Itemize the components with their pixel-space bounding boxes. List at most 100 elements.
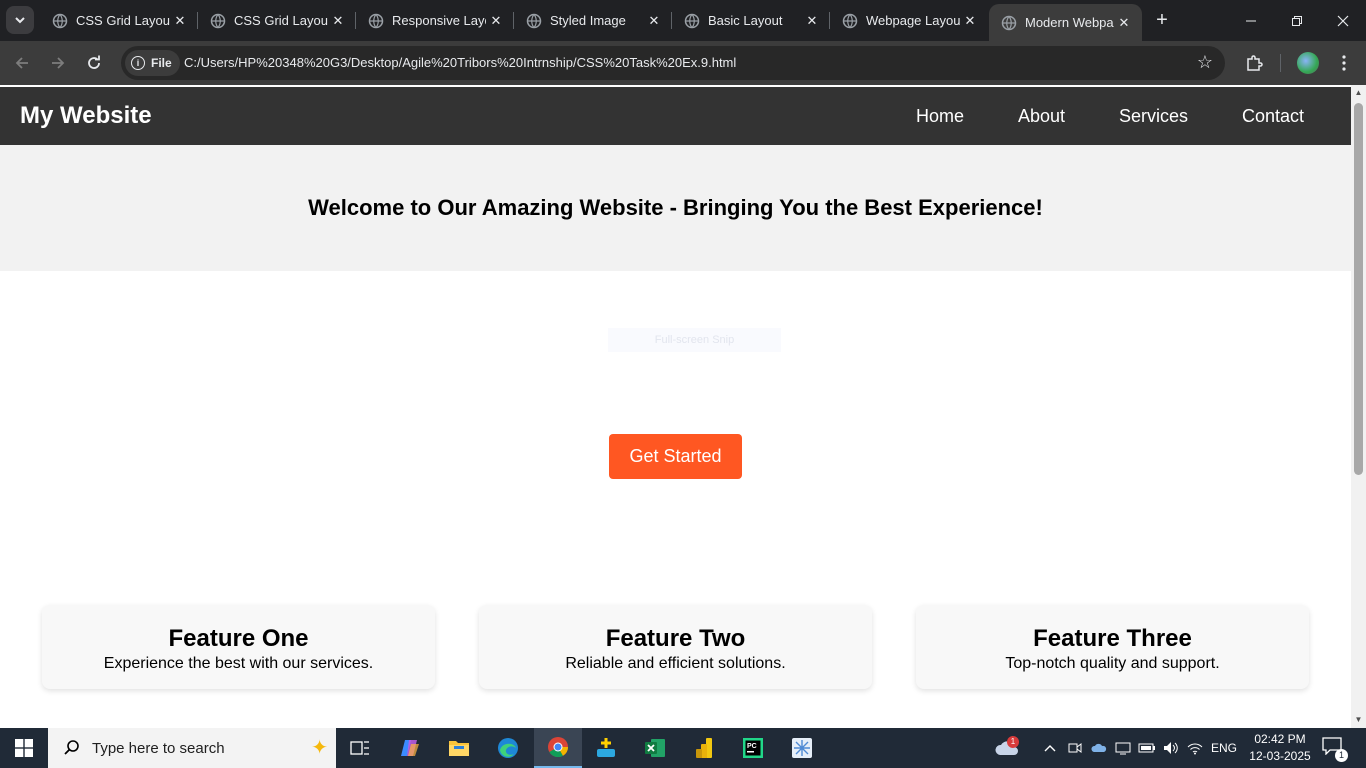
system-clock[interactable]: 02:42 PM 12-03-2025 <box>1244 731 1316 765</box>
plus-icon[interactable]: + <box>1150 8 1174 32</box>
chrome-icon[interactable] <box>534 728 582 768</box>
clock-time: 02:42 PM <box>1254 732 1306 746</box>
reload-icon <box>88 55 100 69</box>
wifi-icon[interactable] <box>1186 728 1204 768</box>
battery-icon[interactable] <box>1138 728 1156 768</box>
feature-title: Feature Three <box>1033 625 1192 652</box>
tab[interactable]: Webpage Layout ✕ <box>830 0 988 41</box>
pycharm-icon[interactable]: PC <box>729 728 777 768</box>
weather-badge: 1 <box>1007 736 1019 748</box>
back-button[interactable] <box>8 49 36 77</box>
site-chip-label: File <box>151 56 172 70</box>
extensions-button[interactable] <box>1240 49 1268 77</box>
star-icon[interactable]: ☆ <box>1197 52 1213 73</box>
close-icon[interactable]: ✕ <box>960 11 980 31</box>
tab[interactable]: Styled Image ✕ <box>514 0 672 41</box>
tab-title: CSS Grid Layout <box>234 13 328 28</box>
close-window-icon[interactable] <box>1320 0 1366 41</box>
address-bar[interactable]: i File C:/Users/HP%20348%20G3/Desktop/Ag… <box>121 46 1225 80</box>
globe-icon <box>684 13 700 28</box>
tab[interactable]: Responsive Layout ✕ <box>356 0 514 41</box>
tab-strip: CSS Grid Layout ✕ CSS Grid Layout ✕ Resp… <box>0 0 1366 41</box>
nav-about[interactable]: About <box>1018 106 1065 127</box>
excel-icon[interactable] <box>631 728 679 768</box>
globe-icon <box>368 13 384 28</box>
globe-icon <box>1001 15 1017 30</box>
more-vertical-icon[interactable] <box>1330 49 1358 77</box>
start-button[interactable] <box>0 728 48 768</box>
volume-icon[interactable] <box>1162 728 1180 768</box>
feature-card: Feature One Experience the best with our… <box>42 605 435 689</box>
app-icon[interactable] <box>582 728 630 768</box>
meet-now-icon[interactable] <box>1066 728 1084 768</box>
edge-icon[interactable] <box>484 728 532 768</box>
browser-toolbar: i File C:/Users/HP%20348%20G3/Desktop/Ag… <box>0 41 1366 85</box>
minimize-icon[interactable] <box>1228 0 1274 41</box>
hero-section: Welcome to Our Amazing Website - Bringin… <box>0 145 1351 271</box>
tab-title: CSS Grid Layout <box>76 13 170 28</box>
windows-icon <box>15 739 33 757</box>
sparkle-icon: ✦ <box>311 737 328 759</box>
notification-badge: 1 <box>1335 749 1348 762</box>
hero-title: Welcome to Our Amazing Website - Bringin… <box>308 195 1043 220</box>
forward-button[interactable] <box>44 49 72 77</box>
restore-icon[interactable] <box>1274 0 1320 41</box>
tab[interactable]: CSS Grid Layout ✕ <box>198 0 356 41</box>
page-scrollbar[interactable]: ▲ ▼ <box>1351 85 1366 728</box>
tab-active[interactable]: Modern Webpage ✕ <box>989 4 1142 41</box>
feature-title: Feature Two <box>605 625 746 652</box>
puzzle-icon <box>1247 55 1263 71</box>
close-icon[interactable]: ✕ <box>802 11 822 31</box>
tab[interactable]: CSS Grid Layout ✕ <box>40 0 198 41</box>
close-icon[interactable]: ✕ <box>644 11 664 31</box>
site-info-chip[interactable]: i File <box>125 50 180 76</box>
chevron-down-icon <box>15 17 25 24</box>
feature-text: Experience the best with our services. <box>103 655 374 672</box>
tab-title: Modern Webpage <box>1025 15 1114 30</box>
tab[interactable]: Basic Layout ✕ <box>672 0 830 41</box>
profile-avatar[interactable] <box>1297 52 1319 74</box>
close-icon[interactable]: ✕ <box>486 11 506 31</box>
arrow-right-icon <box>52 57 65 69</box>
close-icon[interactable]: ✕ <box>170 11 190 31</box>
language-indicator[interactable]: ENG <box>1208 728 1240 768</box>
chevron-up-icon[interactable] <box>1040 728 1060 768</box>
search-placeholder: Type here to search <box>92 739 225 757</box>
taskbar-search[interactable]: Type here to search ✦ <box>48 728 336 768</box>
info-icon: i <box>131 56 145 70</box>
nav-contact[interactable]: Contact <box>1242 106 1304 127</box>
feature-title: Feature One <box>168 625 309 652</box>
svg-text:PC: PC <box>747 743 757 750</box>
tab-search-button[interactable] <box>6 6 34 34</box>
power-bi-icon[interactable] <box>680 728 728 768</box>
site-header: My Website Home About Services Contact <box>0 87 1351 145</box>
search-icon <box>64 740 79 755</box>
tab-title: Styled Image <box>550 13 626 28</box>
notification-icon[interactable]: 1 <box>1322 737 1348 762</box>
close-icon[interactable]: ✕ <box>1114 13 1134 33</box>
page-viewport: My Website Home About Services Contact W… <box>0 85 1351 728</box>
feature-card: Feature Three Top-notch quality and supp… <box>916 605 1309 689</box>
reload-button[interactable] <box>80 49 108 77</box>
nav-services[interactable]: Services <box>1119 106 1188 127</box>
nav-home[interactable]: Home <box>916 106 964 127</box>
copilot-icon[interactable] <box>386 728 434 768</box>
scroll-thumb[interactable] <box>1354 103 1363 475</box>
tab-title: Basic Layout <box>708 13 783 28</box>
device-icon[interactable] <box>1114 728 1132 768</box>
onedrive-icon[interactable] <box>1090 728 1108 768</box>
globe-icon <box>526 13 542 28</box>
get-started-button[interactable]: Get Started <box>609 434 742 479</box>
scroll-up-icon[interactable]: ▲ <box>1354 88 1363 97</box>
url-text[interactable]: C:/Users/HP%20348%20G3/Desktop/Agile%20T… <box>184 55 736 70</box>
file-explorer-icon[interactable] <box>435 728 483 768</box>
task-view-icon[interactable] <box>336 728 384 768</box>
clock-date: 12-03-2025 <box>1249 749 1311 763</box>
scroll-down-icon[interactable]: ▼ <box>1354 715 1363 724</box>
feature-card: Feature Two Reliable and efficient solut… <box>479 605 872 689</box>
close-icon[interactable]: ✕ <box>328 11 348 31</box>
globe-icon <box>52 13 68 28</box>
snipping-tool-icon[interactable] <box>778 728 826 768</box>
weather-icon[interactable]: 1 <box>990 728 1024 768</box>
site-logo[interactable]: My Website <box>20 102 152 130</box>
